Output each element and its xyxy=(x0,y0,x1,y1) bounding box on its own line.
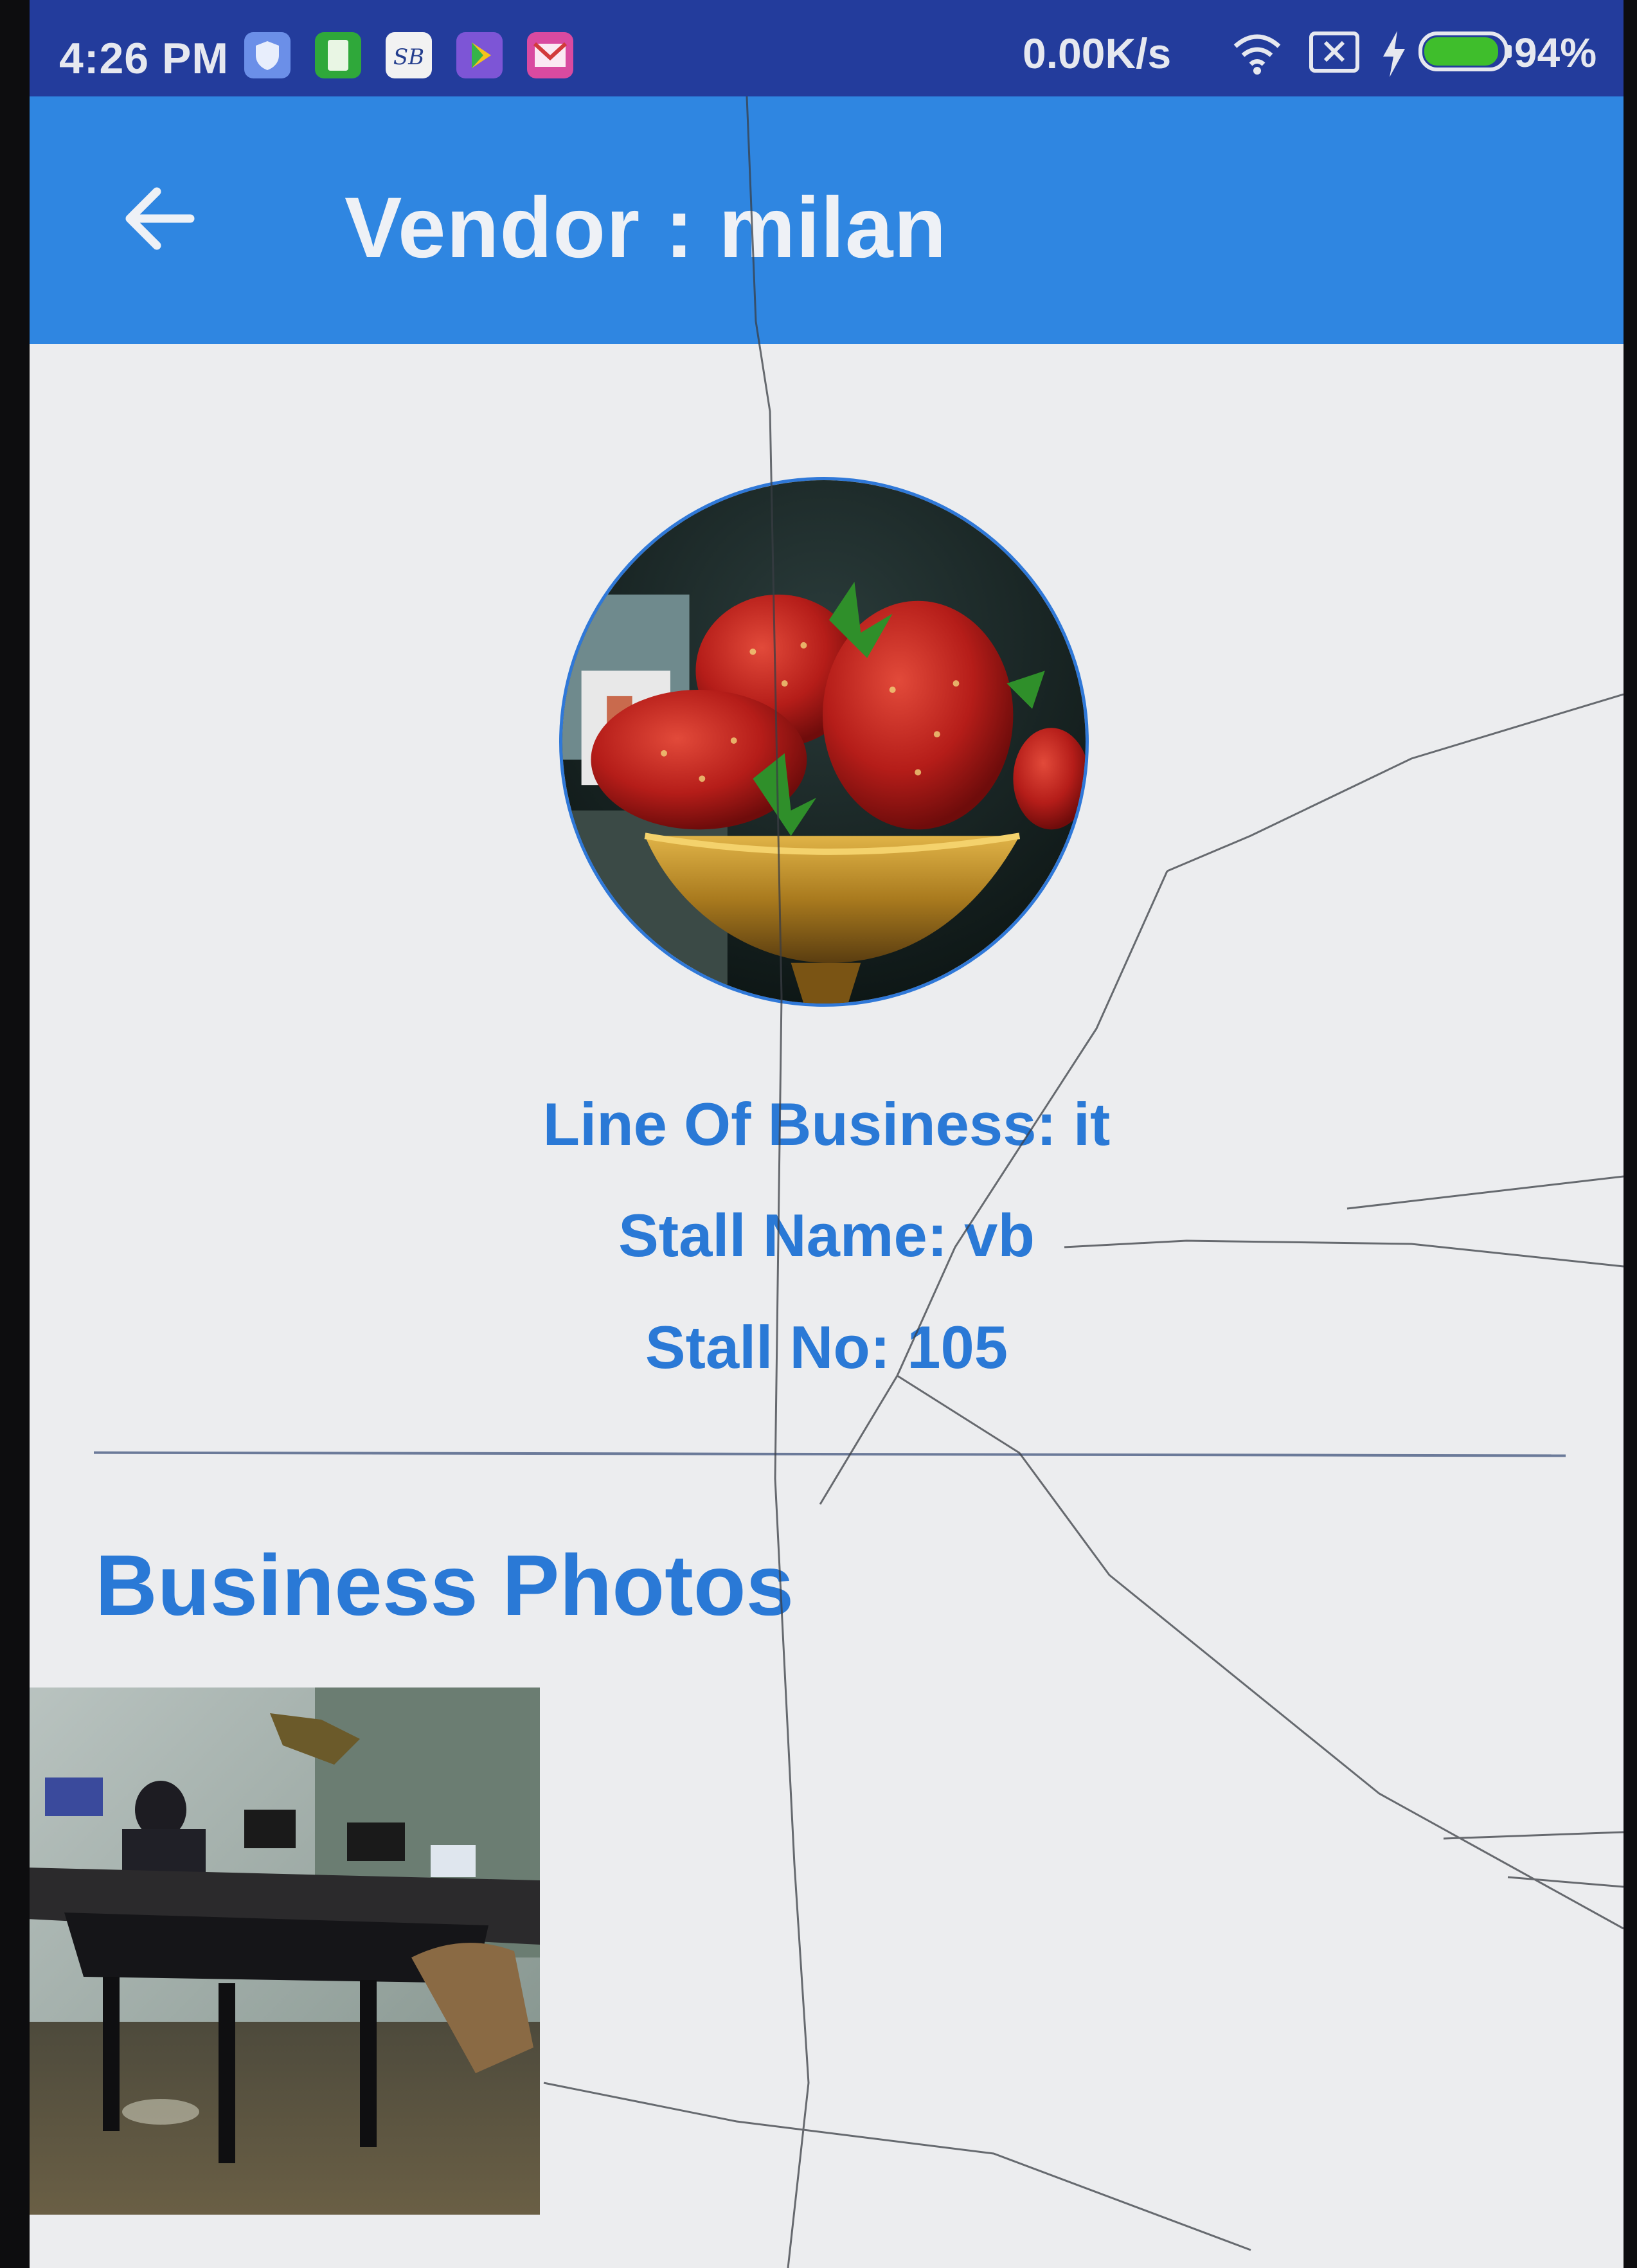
stall-number: Stall No: 105 xyxy=(645,1313,1008,1381)
svg-text:SB: SB xyxy=(393,44,424,70)
network-speed: 0.00K/s xyxy=(1023,30,1172,77)
notes-app-icon xyxy=(312,30,364,81)
sb-app-icon: SB xyxy=(383,30,434,81)
status-time: 4:26 PM xyxy=(59,34,229,83)
vendor-avatar xyxy=(559,477,1089,1007)
charging-icon xyxy=(1379,30,1408,82)
back-button[interactable] xyxy=(113,174,203,264)
no-sim-icon xyxy=(1309,31,1360,76)
status-bar: 4:26 PM SB 0.00K/s 94% xyxy=(30,0,1624,96)
business-photo-item[interactable] xyxy=(30,1688,540,2215)
battery-percent: 94% xyxy=(1514,30,1597,76)
wifi-icon xyxy=(1231,32,1283,80)
line-of-business: Line Of Business: it xyxy=(542,1090,1111,1158)
app-toolbar: Vendor : milan xyxy=(30,96,1624,344)
arrow-left-icon xyxy=(125,187,195,250)
shield-app-icon xyxy=(242,30,293,81)
vendor-detail-screen: 4:26 PM SB 0.00K/s 94% Vendor: milan Li… xyxy=(30,0,1624,2268)
section-divider xyxy=(93,1451,1566,1457)
play-store-icon xyxy=(454,30,505,81)
battery-icon xyxy=(1418,31,1514,75)
business-photos-title: Business Photos xyxy=(95,1538,794,1634)
gmail-icon xyxy=(524,30,576,81)
strawberries-in-bowl-photo xyxy=(562,480,1086,1004)
stall-name: Stall Name: vb xyxy=(618,1202,1035,1269)
page-title: Vendor : milan xyxy=(344,180,947,276)
office-room-photo xyxy=(30,1688,540,2215)
